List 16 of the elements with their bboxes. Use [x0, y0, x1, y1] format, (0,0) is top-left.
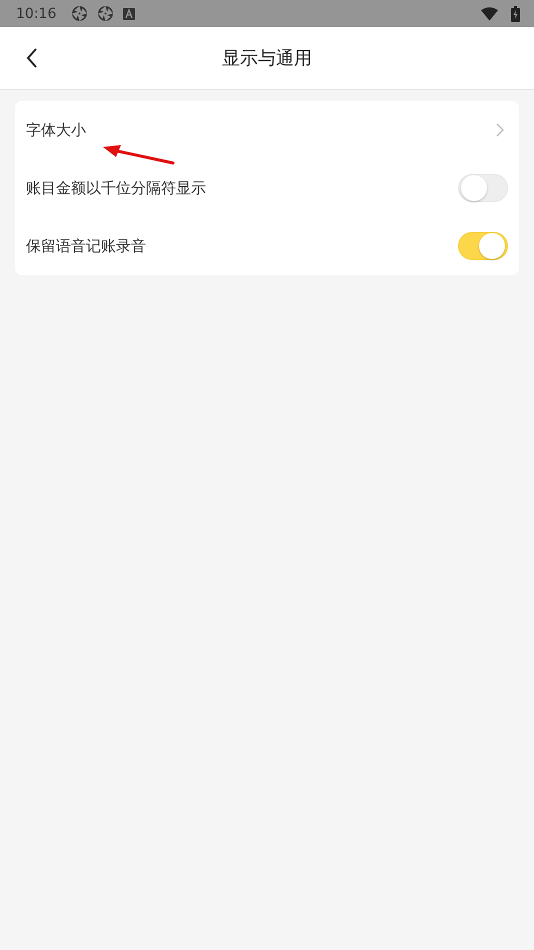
back-icon[interactable]: [26, 47, 38, 69]
battery-icon: [511, 6, 520, 22]
setting-label: 保留语音记账录音: [26, 236, 146, 256]
setting-label: 字体大小: [26, 120, 86, 140]
annotation-arrow: [103, 144, 175, 166]
page-title: 显示与通用: [222, 47, 312, 70]
clock-time: 10:16: [16, 6, 56, 22]
settings-row[interactable]: 字体大小: [26, 101, 508, 159]
aperture-icon: [97, 5, 114, 22]
aperture-icon: [71, 5, 88, 22]
toggle-switch[interactable]: [458, 232, 508, 260]
wifi-icon: [481, 6, 498, 20]
chevron-right-icon: [496, 123, 504, 137]
toggle-switch[interactable]: [458, 174, 508, 202]
setting-label: 账目金额以千位分隔符显示: [26, 178, 206, 198]
keyboard-icon: [123, 8, 136, 20]
